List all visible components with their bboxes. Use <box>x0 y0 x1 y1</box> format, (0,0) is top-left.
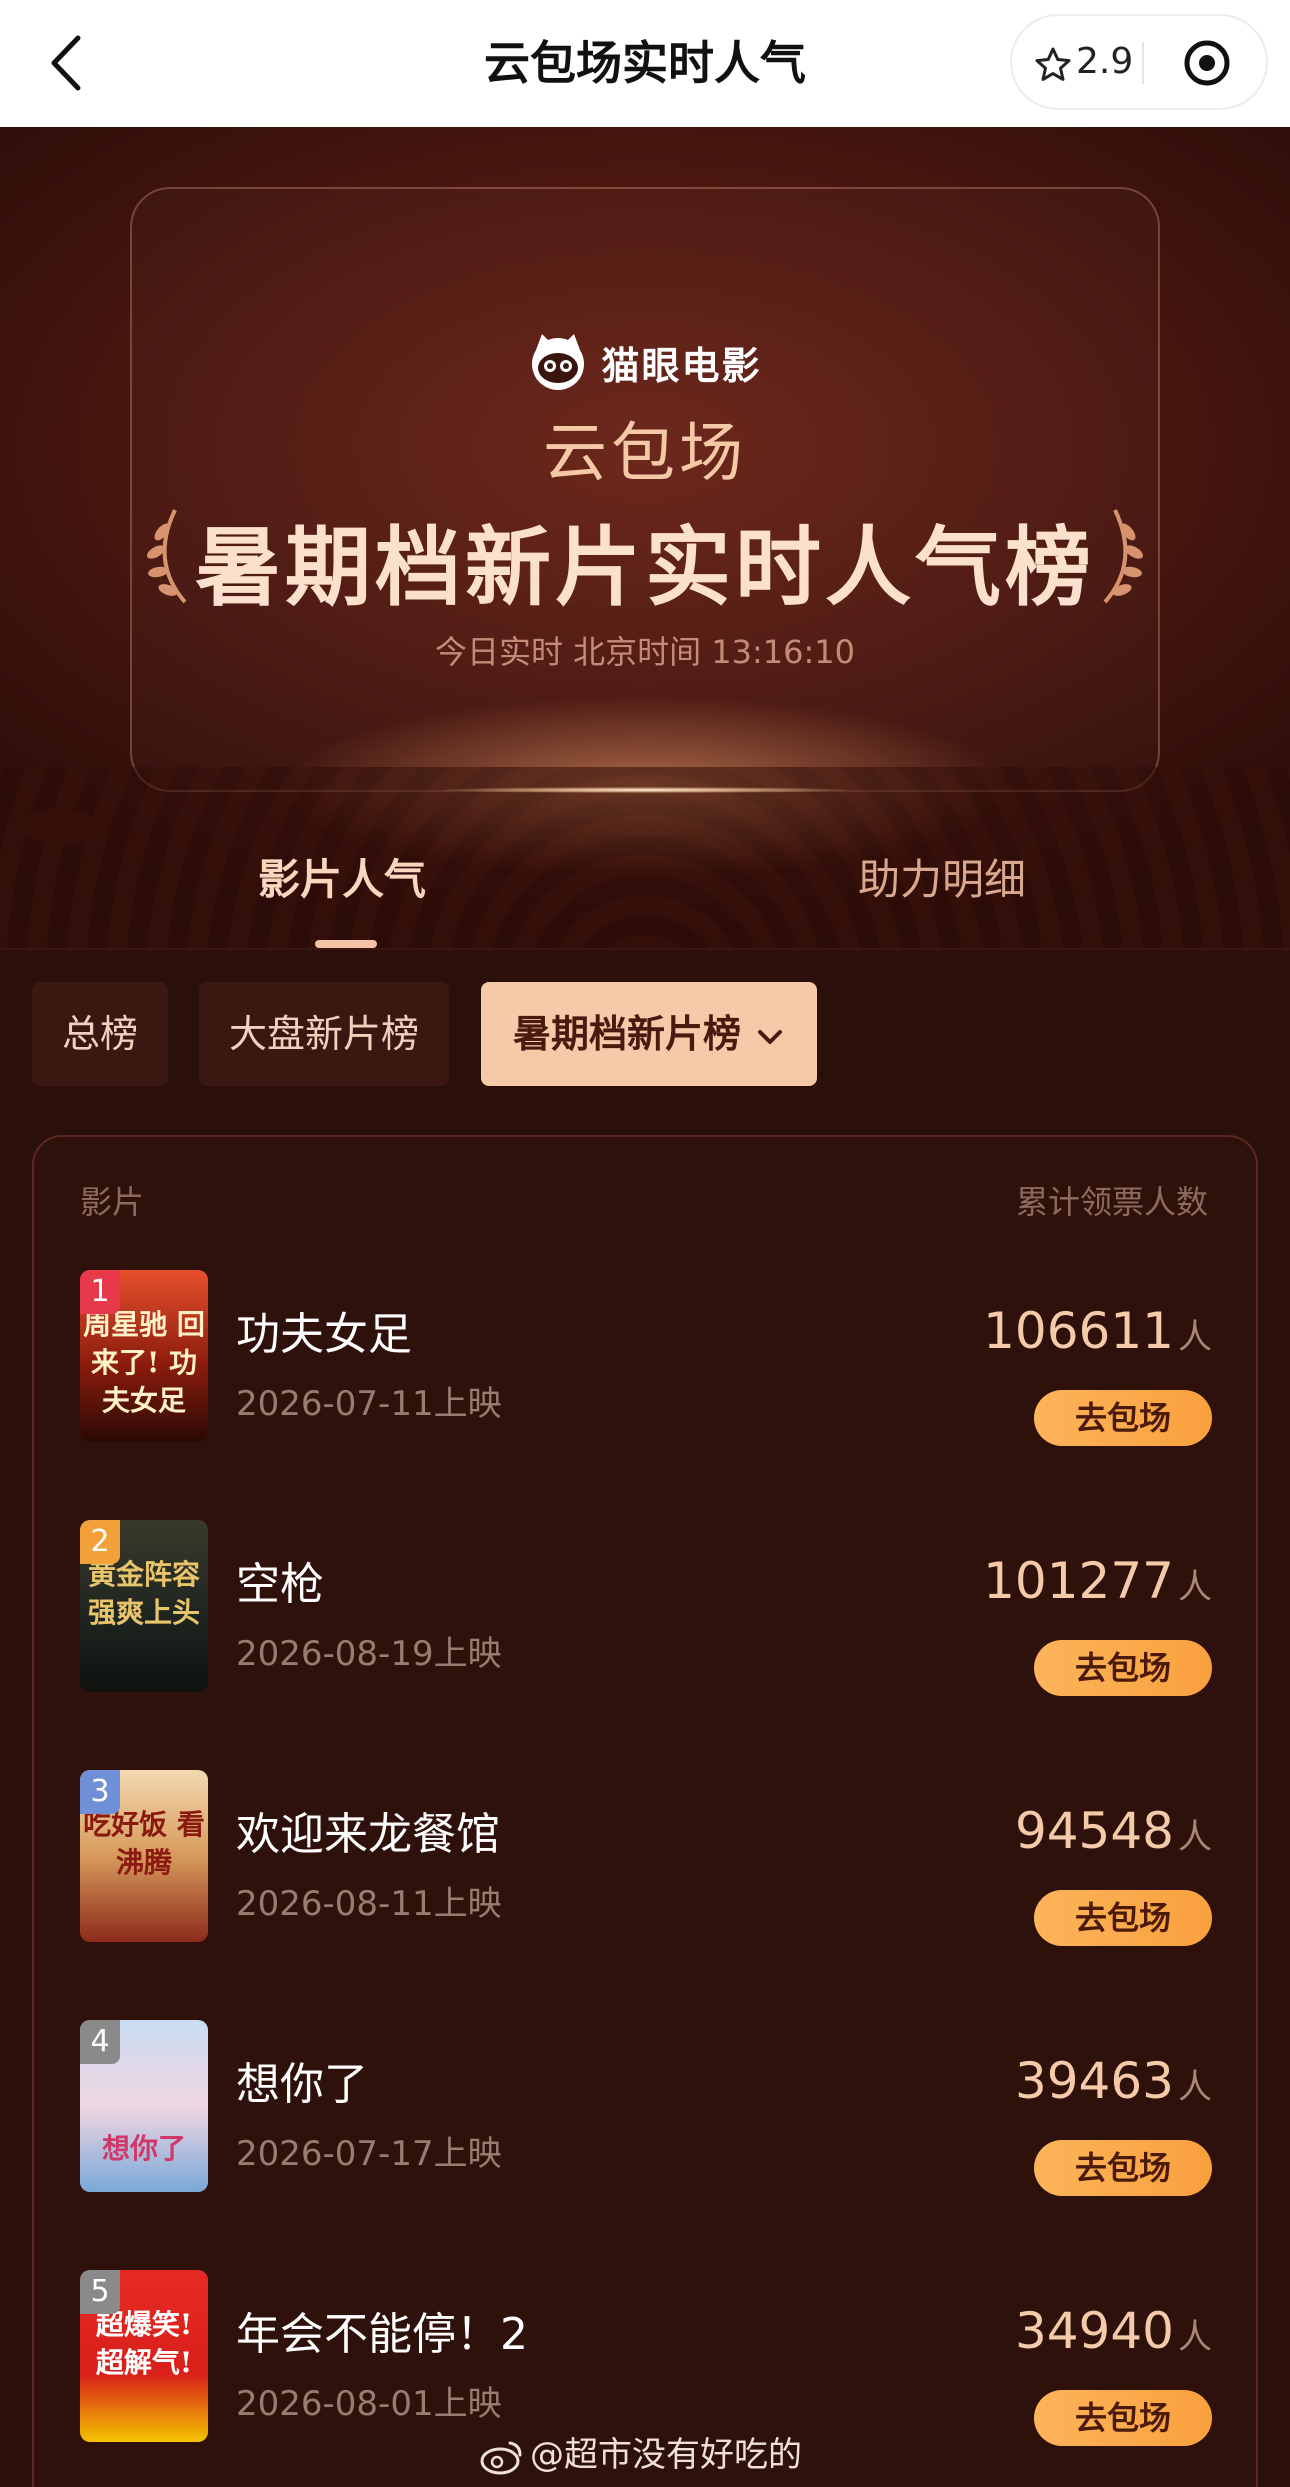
count-unit: 人 <box>1178 1317 1212 1357</box>
release-date: 2026-07-17上映 <box>236 2134 502 2174</box>
movie-poster[interactable]: 周星驰 回来了! 功夫女足 1 <box>80 1270 208 1442</box>
table-row[interactable]: 黄金阵容 强爽上头 2 空枪 2026-08-19上映 101277 人 去包场 <box>34 1520 1260 1770</box>
hero-banner: 猫眼电影 云包场 暑期档新片实时人气榜 今日实时 北京时间 13:16:10 <box>0 127 1290 950</box>
movie-poster[interactable]: 想你了 4 <box>80 2020 208 2192</box>
column-header-count: 累计领票人数 <box>1015 1183 1208 1221</box>
watermark-text: @超市没有好吃的 <box>530 2435 802 2475</box>
rank-badge: 5 <box>80 2270 120 2314</box>
realtime-clock: 今日实时 北京时间 13:16:10 <box>434 633 856 671</box>
book-screening-button[interactable]: 去包场 <box>1034 1390 1212 1446</box>
movie-title[interactable]: 空枪 <box>236 1548 324 1612</box>
ticket-count: 101277 人 <box>983 1552 1212 1610</box>
book-screening-button[interactable]: 去包场 <box>1034 1640 1212 1696</box>
release-date: 2026-08-11上映 <box>236 1884 502 1924</box>
rank-badge: 3 <box>80 1770 120 1814</box>
count-unit: 人 <box>1178 2067 1212 2107</box>
tab-support-details[interactable]: 助力明细 <box>858 850 1026 910</box>
poster-title-art: 黄金阵容 强爽上头 <box>87 1558 200 1629</box>
tab-movie-popularity[interactable]: 影片人气 <box>258 850 426 910</box>
movie-title[interactable]: 想你了 <box>236 2048 368 2112</box>
book-screening-button[interactable]: 去包场 <box>1034 1890 1212 1946</box>
book-screening-button[interactable]: 去包场 <box>1034 2140 1212 2196</box>
movie-poster[interactable]: 吃好饭 看沸腾 3 <box>80 1770 208 1942</box>
ticket-count: 94548 人 <box>1015 1802 1212 1860</box>
chevron-down-icon <box>758 1029 782 1044</box>
count-value: 106611 <box>983 1302 1174 1360</box>
poster-title-art: 想你了 <box>101 2132 186 2165</box>
brand-logo: 猫眼电影 <box>0 332 1290 392</box>
filter-new-release-chart[interactable]: 大盘新片榜 <box>199 982 449 1086</box>
release-date: 2026-08-01上映 <box>236 2384 502 2424</box>
movie-poster[interactable]: 超爆笑! 超解气! 5 <box>80 2270 208 2442</box>
column-header-movie: 影片 <box>80 1183 145 1221</box>
count-unit: 人 <box>1178 2317 1212 2357</box>
ranking-card: 影片 累计领票人数 周星驰 回来了! 功夫女足 1 功夫女足 2026-07-1… <box>32 1135 1258 2487</box>
release-date: 2026-07-11上映 <box>236 1384 502 1424</box>
brand-name: 猫眼电影 <box>601 343 762 388</box>
count-value: 94548 <box>1014 1802 1174 1860</box>
movie-poster[interactable]: 黄金阵容 强爽上头 2 <box>80 1520 208 1692</box>
poster-title-art: 吃好饭 看沸腾 <box>83 1808 205 1879</box>
count-value: 101277 <box>983 1552 1174 1610</box>
laurel-right-icon <box>1103 509 1144 604</box>
table-row[interactable]: 周星驰 回来了! 功夫女足 1 功夫女足 2026-07-11上映 106611… <box>34 1270 1260 1520</box>
filter-summer-chart[interactable]: 暑期档新片榜 <box>481 982 817 1086</box>
table-row[interactable]: 想你了 4 想你了 2026-07-17上映 39463 人 去包场 <box>34 2020 1260 2270</box>
tab-divider <box>0 948 1290 950</box>
release-date: 2026-08-19上映 <box>236 1634 502 1674</box>
star-icon[interactable] <box>1034 46 1072 84</box>
active-tab-indicator <box>315 940 377 948</box>
count-value: 34940 <box>1014 2302 1174 2360</box>
book-screening-button[interactable]: 去包场 <box>1034 2390 1212 2446</box>
rating-value: 2.9 <box>1076 41 1134 82</box>
rank-badge: 1 <box>80 1270 120 1314</box>
rank-badge: 2 <box>80 1520 120 1564</box>
close-target-icon[interactable] <box>1182 38 1232 88</box>
weibo-watermark: @超市没有好吃的 <box>480 2430 802 2480</box>
stage-glow <box>445 787 845 793</box>
capsule-divider <box>1142 42 1144 84</box>
ticket-count: 39463 人 <box>1015 2052 1212 2110</box>
mini-program-capsule: 2.9 <box>1010 14 1268 110</box>
poster-title-art: 超爆笑! 超解气! <box>95 2308 193 2379</box>
ticket-count: 34940 人 <box>1015 2302 1212 2360</box>
hero-subtitle: 云包场 <box>543 417 747 491</box>
maoyan-cat-icon <box>532 334 585 390</box>
weibo-icon <box>480 2441 522 2474</box>
movie-title[interactable]: 欢迎来龙餐馆 <box>236 1798 500 1862</box>
top-nav-bar: 云包场实时人气 2.9 <box>0 0 1290 127</box>
movie-title[interactable]: 功夫女足 <box>236 1298 412 1362</box>
rank-badge: 4 <box>80 2020 120 2064</box>
count-unit: 人 <box>1178 1817 1212 1857</box>
movie-title[interactable]: 年会不能停！2 <box>236 2298 528 2362</box>
poster-title-art: 周星驰 回来了! 功夫女足 <box>83 1308 205 1417</box>
filter-summer-label: 暑期档新片榜 <box>512 1012 741 1056</box>
count-value: 39463 <box>1014 2052 1174 2110</box>
tab-bar: 影片人气 助力明细 <box>0 830 1290 950</box>
ticket-count: 106611 人 <box>983 1302 1212 1360</box>
count-unit: 人 <box>1178 1567 1212 1607</box>
table-row[interactable]: 吃好饭 看沸腾 3 欢迎来龙餐馆 2026-08-11上映 94548 人 去包场 <box>34 1770 1260 2020</box>
filter-total-chart[interactable]: 总榜 <box>32 982 168 1086</box>
